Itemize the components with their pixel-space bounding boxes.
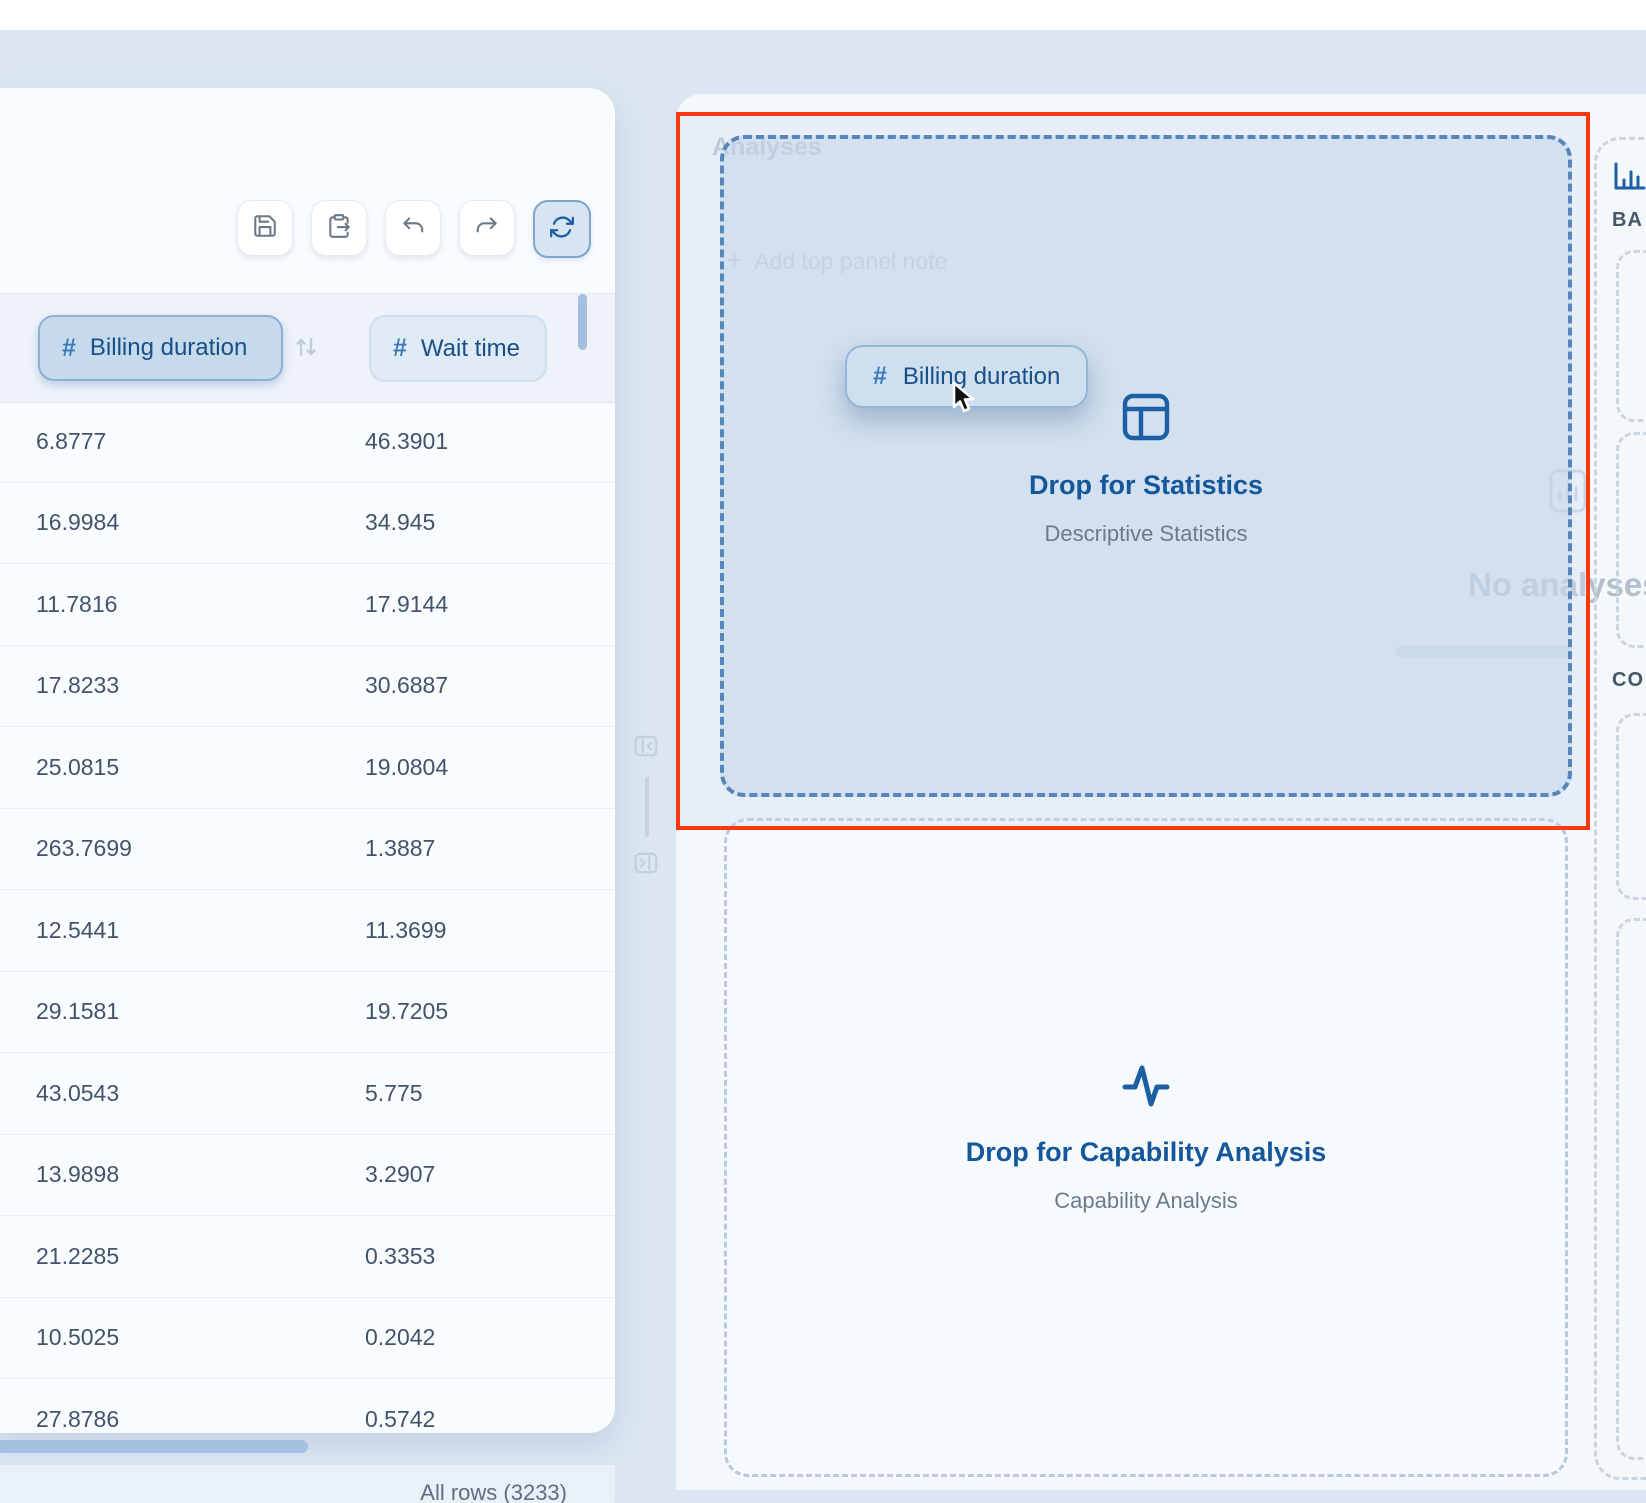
cell-wait-time: 0.3353 — [365, 1243, 615, 1270]
statistics-drop-zone[interactable] — [720, 135, 1572, 797]
panel-expand-right-icon — [633, 850, 659, 881]
number-hash-icon: # — [873, 362, 887, 391]
undo-button[interactable] — [385, 200, 441, 256]
table-row[interactable]: 13.9898 3.2907 — [0, 1135, 615, 1217]
table-row[interactable]: 12.5441 11.3699 — [0, 890, 615, 972]
cell-billing-duration: 29.1581 — [0, 998, 365, 1025]
top-strip — [0, 0, 1646, 30]
refresh-button[interactable] — [533, 200, 591, 258]
table-row[interactable]: 43.0543 5.775 — [0, 1053, 615, 1135]
cell-wait-time: 19.0804 — [365, 754, 615, 781]
cell-wait-time: 17.9144 — [365, 591, 615, 618]
table-row[interactable]: 25.0815 19.0804 — [0, 727, 615, 809]
palette-analysis-slot[interactable] — [1616, 432, 1646, 648]
cell-wait-time: 3.2907 — [365, 1161, 615, 1188]
column-header-billing-duration[interactable]: # Billing duration — [38, 315, 283, 381]
cell-billing-duration: 12.5441 — [0, 917, 365, 944]
column-label: Billing duration — [90, 334, 247, 362]
number-hash-icon: # — [62, 334, 76, 363]
undo-icon — [400, 213, 426, 244]
redo-icon — [474, 213, 500, 244]
cell-billing-duration: 27.8786 — [0, 1406, 365, 1433]
cell-wait-time: 11.3699 — [365, 917, 615, 944]
cell-wait-time: 1.3887 — [365, 835, 615, 862]
dragged-variable-chip[interactable]: # Billing duration — [845, 345, 1088, 408]
expand-right-panel-button[interactable] — [633, 852, 659, 878]
cell-wait-time: 19.7205 — [365, 998, 615, 1025]
table-row[interactable]: 27.8786 0.5742 — [0, 1379, 615, 1440]
cell-wait-time: 34.945 — [365, 509, 615, 536]
cell-billing-duration: 11.7816 — [0, 591, 365, 618]
table-row[interactable]: 263.7699 1.3887 — [0, 809, 615, 891]
panel-collapse-left-icon — [633, 733, 659, 764]
cell-wait-time: 0.5742 — [365, 1406, 615, 1433]
cell-billing-duration: 263.7699 — [0, 835, 365, 862]
palette-analysis-slot[interactable] — [1616, 918, 1646, 1460]
refresh-icon — [549, 214, 575, 245]
app-window: # Billing duration # Wait time 6.8777 46… — [0, 0, 1646, 1503]
cell-wait-time: 30.6887 — [365, 672, 615, 699]
table-status-bar: All rows (3233) — [0, 1464, 615, 1503]
column-header-wait-time[interactable]: # Wait time — [369, 315, 547, 382]
vertical-scrollbar[interactable] — [578, 294, 587, 350]
export-button[interactable] — [311, 200, 367, 256]
row-count-status: All rows (3233) — [420, 1465, 567, 1503]
cell-billing-duration: 16.9984 — [0, 509, 365, 536]
palette-analysis-slot[interactable] — [1616, 250, 1646, 422]
save-button[interactable] — [237, 200, 293, 256]
column-label: Wait time — [421, 335, 520, 363]
table-row[interactable]: 6.8777 46.3901 — [0, 401, 615, 483]
sort-arrows-icon[interactable] — [294, 334, 318, 365]
number-hash-icon: # — [393, 334, 407, 363]
histogram-icon — [1612, 160, 1646, 201]
cell-wait-time: 0.2042 — [365, 1324, 615, 1351]
palette-section-ba: BA — [1612, 209, 1643, 232]
cell-billing-duration: 13.9898 — [0, 1161, 365, 1188]
cell-billing-duration: 17.8233 — [0, 672, 365, 699]
cell-billing-duration: 10.5025 — [0, 1324, 365, 1351]
cell-billing-duration: 21.2285 — [0, 1243, 365, 1270]
palette-section-co: CO — [1612, 669, 1644, 692]
data-table-panel: # Billing duration # Wait time 6.8777 46… — [0, 88, 615, 1433]
redo-button[interactable] — [459, 200, 515, 256]
cell-billing-duration: 6.8777 — [0, 428, 365, 455]
table-row[interactable]: 29.1581 19.7205 — [0, 972, 615, 1054]
cell-billing-duration: 43.0543 — [0, 1080, 365, 1107]
table-row[interactable]: 17.8233 30.6887 — [0, 646, 615, 728]
cell-wait-time: 5.775 — [365, 1080, 615, 1107]
palette-analysis-slot[interactable] — [1616, 713, 1646, 900]
table-body: 6.8777 46.3901 16.9984 34.945 11.7816 17… — [0, 401, 615, 1440]
collapse-left-panel-button[interactable] — [633, 735, 659, 761]
capability-drop-zone[interactable] — [724, 818, 1568, 1477]
cell-billing-duration: 25.0815 — [0, 754, 365, 781]
table-row[interactable]: 11.7816 17.9144 — [0, 564, 615, 646]
table-row[interactable]: 16.9984 34.945 — [0, 483, 615, 565]
clipboard-export-icon — [326, 213, 352, 244]
table-row[interactable]: 21.2285 0.3353 — [0, 1216, 615, 1298]
cell-wait-time: 46.3901 — [365, 428, 615, 455]
table-row[interactable]: 10.5025 0.2042 — [0, 1298, 615, 1380]
panel-resize-handle[interactable] — [645, 777, 649, 837]
drag-chip-label: Billing duration — [903, 363, 1060, 391]
horizontal-scrollbar[interactable] — [0, 1440, 308, 1453]
save-icon — [252, 213, 278, 244]
